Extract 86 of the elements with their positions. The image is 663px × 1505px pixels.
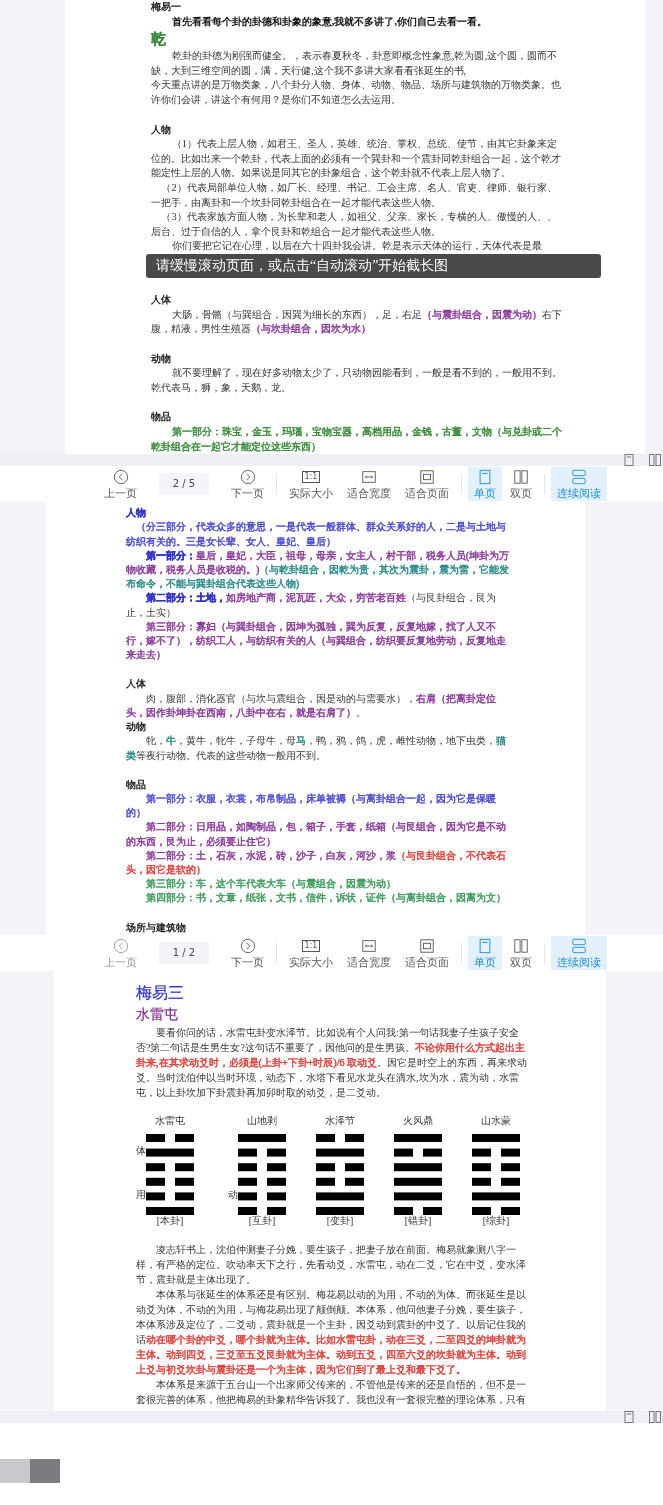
- hexagram-name: 山地剥: [247, 1113, 277, 1128]
- chevron-left-icon: [111, 937, 130, 954]
- paragraph: 第一部分：皇后，皇妃，大臣，祖母，母亲，女主人，村干部，税务人员(坤卦为万物收藏，税务人员是收税的。)（与乾卦组合，因乾为贵，其次为震卦，震为雷，它能发布命令，不能与巽卦组合代表这些人物): [126, 548, 511, 592]
- single-page-icon[interactable]: [623, 1410, 635, 1423]
- fit-page-icon: [418, 469, 436, 486]
- paragraph: 本体系是来源于五台山一个出家师父传来的，不管他是传来的还是自悟的，但不是一套很完善的体系，他把梅易的卦象精华告诉我了。我也没有一套很完整的理论体系，只有: [136, 1377, 528, 1407]
- actual-size-icon: 1:1: [301, 471, 321, 484]
- intro-sentence: 首先看看每个卦的卦德和卦象的象意,我就不多讲了,你们自己去看一看。: [170, 14, 488, 29]
- paragraph: 第四部分：书，文章，纸张，文书，信件，诉状，证件（与离卦组合，因离为文）: [144, 891, 507, 906]
- next-page-button[interactable]: 下一页: [225, 935, 270, 970]
- section-heading: 动物: [126, 720, 147, 735]
- paragraph: （分三部分，代表众多的意思，一是代表一般群体、群众关系好的人，二是与土地与纺织有关的。三是女长辈、女人、皇妃、皇后）: [126, 520, 507, 549]
- paragraph: 就不要理解了，现在好多动物太少了，只动物园能看到，一般是看不到的，一般用不到。乾代表马，狮，象，天鹅，龙。: [151, 366, 563, 395]
- fit-width-icon: [360, 469, 378, 486]
- paragraph: 肉，腹部，消化器官（与坎与震组合，因是动的与需要水），右肩（把离卦定位头，因作卦坤卦在西南，八卦中在右，就是右肩了）。: [126, 691, 497, 720]
- view-mode-button[interactable]: 适合页面: [399, 935, 455, 970]
- hexagram-label: [本卦]: [156, 1213, 184, 1228]
- paragraph: （1）代表上层人物，如君王、圣人，英雄、统治、掌权、总统、使节，由其它卦象来定位的。比如出来一个乾卦，代表上面的必须有一个巽卦和一个震卦同乾卦组合一起，这个乾才能定性上层的人物。如果说是同其它的卦象组合，这个乾卦就不代表上层人物了。: [151, 137, 562, 181]
- hexagram-label: [错卦]: [404, 1213, 432, 1228]
- paragraph: （3）代表家族方面人物，为长辈和老人，如祖父、父亲、家长，专横的人、傲慢的人、、后台、过于自信的人，拿个艮卦和乾组合一起才能代表这些人物。: [151, 210, 558, 239]
- chevron-left-icon: [111, 469, 130, 486]
- side-label: 用: [136, 1189, 146, 1201]
- toast-message: 请缓慢滚动页面，或点击“自动滚动”开始截长图: [146, 253, 601, 278]
- section-heading: 物品: [151, 410, 172, 425]
- section-heading: 场所与建筑物: [126, 920, 187, 935]
- next-page-button[interactable]: 下一页: [225, 467, 270, 502]
- fit-width-icon: [360, 937, 378, 954]
- paragraph: 你们要把它记在心理，以后在六十四卦我会讲。乾是表示天体的运行，天体代表是最: [170, 239, 543, 254]
- document-title: 梅易三: [136, 982, 185, 1003]
- side-label: 体: [136, 1145, 146, 1157]
- paragraph: （2）代表局部单位人物，如厂长、经理、书记、工会主席、名人、官吏、律师、银行家、一把手，由离卦和一个坎卦同乾卦组合在一起才能代表这些人物。: [151, 180, 558, 210]
- view-mode-button[interactable]: 双页: [504, 935, 538, 970]
- continuous-scroll-icon: [570, 469, 588, 486]
- single-page-icon[interactable]: [623, 454, 635, 467]
- chevron-right-icon: [238, 937, 257, 954]
- section-heading: 物品: [126, 777, 147, 792]
- hexagram-name: 水雷屯: [155, 1113, 185, 1128]
- paragraph: 要看你问的话，水雷屯卦变水泽节。比如说有个人问我:第一句话我妻子生孩子安全否?第二句话是生男生女?这句话不重要了，因他问的是生男孩。不论你用什么方式起出主卦来,在其求动爻时，必须是(上卦+下卦+时辰)/6 取动爻。因它是时空上的东西，再来求动爻。当时沈伯仲以当时环境，动态下，水塔下看见水龙头在滴水,坎为水，震为动，水雷屯，以上卦坎加下卦震卦再加卯时取的动爻，是二爻动。: [136, 1025, 528, 1100]
- section-heading: 人物: [151, 122, 172, 137]
- view-mode-button[interactable]: 双页: [504, 467, 538, 502]
- fit-page-icon: [418, 937, 436, 954]
- moving-label: 动: [228, 1189, 238, 1201]
- view-mode-button[interactable]: 适合宽度: [341, 935, 397, 970]
- view-mode-button[interactable]: 适合页面: [399, 467, 455, 502]
- view-mode-button[interactable]: 1:1 实际大小: [283, 467, 339, 502]
- paragraph: 今天重点讲的是万物类象，八个卦分人物、身体、动物、物品、场所与建筑物的万物类象。也许你们会讲，讲这个有何用？是你们不知道怎么去运用。: [151, 78, 562, 107]
- block-shape-drawing: [0, 1458, 60, 1483]
- double-page-icon: [512, 937, 530, 954]
- double-page-icon: [512, 469, 530, 486]
- paragraph: 第一部分：衣服，衣裳，布帛制品，床单被褥（与离卦组合一起，因为它是保暖的）: [126, 791, 497, 821]
- section-heading: 动物: [151, 351, 172, 366]
- hexagram-label: [综卦]: [482, 1213, 510, 1228]
- paragraph: 第二部分：日用品，如陶制品，包，箱子，手套，纸箱（与艮组合，因为它是不动的东西，艮为止，必须要止住它）: [126, 820, 507, 849]
- paragraph: 第三部分：车，这个车代表大车（与震组合，因震为动）: [144, 877, 397, 892]
- hexagram-label: [变卦]: [326, 1213, 354, 1228]
- document-title: 水雷屯: [136, 1005, 179, 1024]
- paragraph: 凌志轩书上，沈伯仲测妻子分娩，要生孩子，把妻子放在前面。梅易就象测八字一样，有严格的定位。吹动率天下之行，先看动爻，水雷屯，动在二爻，它在中爻，变水泽节，震卦就是主体出现了。: [136, 1242, 527, 1287]
- section-heading: 梅易一: [151, 0, 182, 14]
- paragraph: 第一部分：珠宝，金玉，玛瑙，宝物宝器，高档用品，金钱，古董，文物（与兑卦或二个乾卦组合在一起它才能定位这些东西）: [151, 425, 563, 454]
- section-heading: 人物: [126, 506, 147, 521]
- paragraph: 本体系与张延生的体系还是有区别。梅花易以动的为用，不动的为体。而张延生是以动爻为体，不动的为用，与梅花易出现了颠倒颠。本体系，他问他妻子分娩，要生孩子，本体系涉及定位了，二爻动，震卦就是一个主卦，因爻动到震卦的中爻了。以后记住我的话动在哪个卦的中爻，哪个卦就为主体。比如水雷屯卦，动在三爻，二至四爻的坤卦就为主体。动到四爻，三爻至五爻艮卦就为主体。动到五爻，四至六爻的坎卦就为主体。动到上爻与初爻坎卦与震卦还是一个为主体，因为它们到了最上爻和最下爻了。: [136, 1287, 528, 1377]
- single-page-icon: [476, 937, 494, 954]
- page-number-field[interactable]: 2 / 5: [159, 473, 209, 496]
- paragraph: 大肠，骨骼（与巽组合，因巽为细长的东西），足，右足（与震卦组合，因震为动）右下腹，精液，男性生殖器（与坎卦组合，因坎为水）: [151, 307, 563, 337]
- paragraph: 第二部分：土，石灰，水泥，砖，沙子，白灰，河沙，浆（与艮卦组合，不代表石头，因它是软的）: [126, 848, 507, 877]
- hexagram-label: [互卦]: [248, 1213, 276, 1228]
- single-page-icon: [476, 469, 494, 486]
- paragraph: 第三部分：寡妇（与巽卦组合，因坤为孤独，巽为反复，反复地嫁，找了人又不行，嫁不了），纺织工人，与纺织有关的人（与巽组合，纺织要反复地劳动，反复地走来走去）: [126, 619, 507, 663]
- hexagram-name: 火风鼎: [403, 1113, 433, 1128]
- paragraph: 第二部分：土地，如房地产商，泥瓦匠，大众，穷苦老百姓（与艮卦组合，艮为止，土实）: [126, 591, 497, 620]
- previous-page-button[interactable]: 上一页: [98, 467, 143, 502]
- document-title: 乾: [151, 30, 167, 50]
- chevron-right-icon: [238, 469, 257, 486]
- continuous-scroll-icon: [570, 937, 588, 954]
- actual-size-icon: 1:1: [301, 939, 321, 952]
- view-mode-button[interactable]: 1:1 实际大小: [283, 935, 339, 970]
- double-page-icon[interactable]: [649, 454, 661, 467]
- section-heading: 人体: [151, 292, 172, 307]
- hexagram-name: 水泽节: [325, 1113, 355, 1128]
- page-number-field[interactable]: 1 / 2: [159, 941, 209, 964]
- section-heading: 人体: [126, 677, 147, 692]
- double-page-icon[interactable]: [649, 1410, 661, 1423]
- paragraph: 牝，牛，黄牛，牝牛，子母牛，母马，鸭，鸦，鸽，虎，雌性动物，地下虫类，猫类等夜行动物。代表的这些动物一般用不到。: [126, 734, 507, 763]
- hexagram-name: 山水蒙: [481, 1113, 511, 1128]
- paragraph: 乾卦的卦德为刚强而健全。，表示春夏秋冬，卦意即概念性象意,乾为圆,这个圆，圆而不缺，大到三维空间的圆，满，天行健,这个我不多讲大家看看张延生的书,: [151, 49, 558, 78]
- view-mode-button[interactable]: 适合宽度: [341, 467, 397, 502]
